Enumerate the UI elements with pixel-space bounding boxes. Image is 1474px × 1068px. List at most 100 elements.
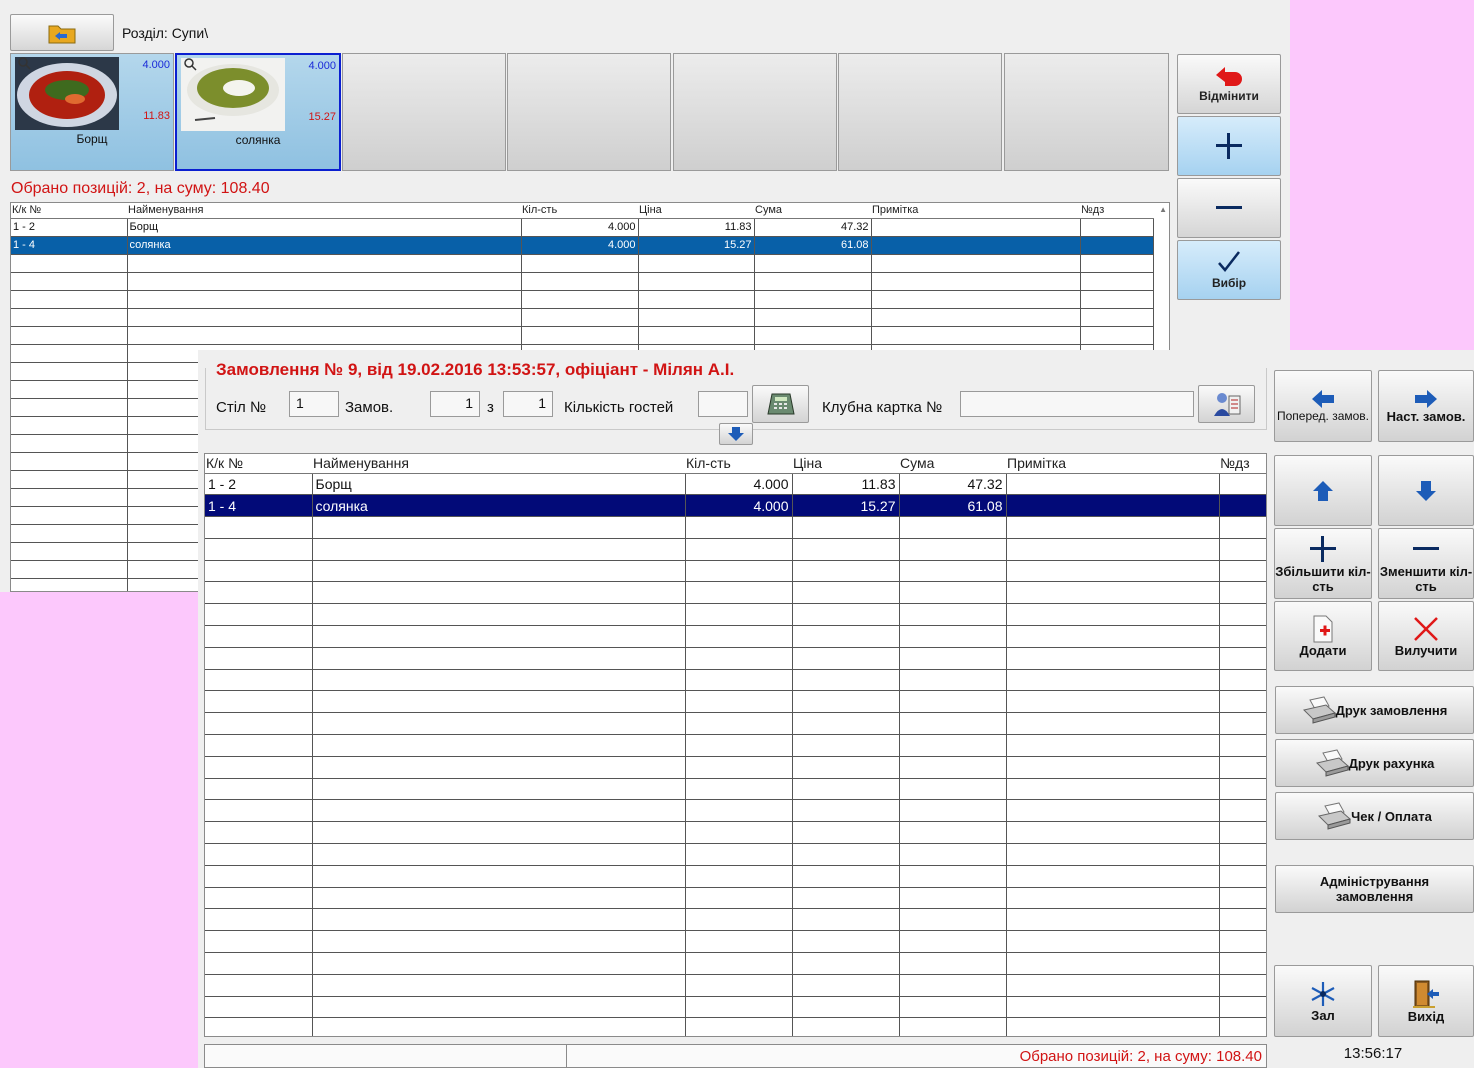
col-header[interactable]: К/к № <box>205 454 312 474</box>
empty-cell <box>685 952 793 975</box>
table-row-selected[interactable]: 1 - 4 солянка 4.000 15.27 61.08 <box>205 494 1266 518</box>
empty-row[interactable] <box>205 669 1266 692</box>
empty-row[interactable] <box>11 290 1154 309</box>
remove-button[interactable]: Вилучити <box>1378 601 1474 671</box>
next-order-button[interactable]: Наст. замов. <box>1378 370 1474 442</box>
col-header[interactable]: Примітка <box>871 203 1080 219</box>
empty-row[interactable] <box>11 272 1154 291</box>
empty-row[interactable] <box>205 930 1266 954</box>
dish-tile-solyanka[interactable]: 4.000 15.27 солянка <box>175 53 341 171</box>
empty-row[interactable] <box>205 690 1266 714</box>
empty-tile[interactable] <box>507 53 671 171</box>
empty-row[interactable] <box>11 308 1154 327</box>
empty-tile[interactable] <box>673 53 837 171</box>
admin-order-button[interactable]: Адміністрування замовлення <box>1275 865 1474 913</box>
cancel-button[interactable]: Відмінити <box>1177 54 1281 114</box>
increase-qty-button[interactable]: Збільшити кіл-сть <box>1274 528 1372 599</box>
empty-cell <box>1219 843 1266 866</box>
empty-row[interactable] <box>205 887 1266 910</box>
col-header[interactable]: Кіл-сть <box>685 454 792 474</box>
empty-cell <box>685 690 793 714</box>
dish-tile-borsch[interactable]: 4.000 11.83 Борщ <box>10 53 174 171</box>
col-header[interactable]: Найменування <box>127 203 521 219</box>
col-header[interactable]: Ціна <box>792 454 899 474</box>
empty-row[interactable] <box>205 756 1266 779</box>
arrow-up-icon <box>1313 480 1333 501</box>
empty-row[interactable] <box>205 538 1266 561</box>
add-document-icon <box>1313 615 1333 642</box>
order-number-field[interactable]: 1 <box>430 391 480 417</box>
col-header[interactable]: К/к № <box>11 203 127 219</box>
empty-row[interactable] <box>205 974 1266 997</box>
add-button[interactable]: Додати <box>1274 601 1372 671</box>
empty-row[interactable] <box>11 326 1154 345</box>
empty-cell <box>1006 974 1220 997</box>
col-header[interactable]: Найменування <box>312 454 685 474</box>
empty-row[interactable] <box>205 778 1266 801</box>
cell-code: 1 - 2 <box>11 218 128 237</box>
empty-cell <box>792 516 900 539</box>
empty-row[interactable] <box>205 625 1266 648</box>
empty-cell <box>899 778 1007 801</box>
exit-button[interactable]: Вихід <box>1378 965 1474 1037</box>
empty-row[interactable] <box>205 560 1266 583</box>
zoom-icon[interactable] <box>183 57 197 71</box>
table-row-selected[interactable]: 1 - 4 солянка 4.000 15.27 61.08 <box>11 236 1154 255</box>
cell-note <box>1006 494 1220 518</box>
empty-tile[interactable] <box>1004 53 1169 171</box>
empty-row[interactable] <box>205 821 1266 845</box>
empty-cell <box>205 516 313 539</box>
club-card-field[interactable] <box>960 391 1194 417</box>
client-button[interactable] <box>1198 385 1255 423</box>
print-order-button[interactable]: Друк замовлення <box>1275 686 1474 734</box>
scroll-up-icon[interactable]: ▲ <box>1159 205 1167 214</box>
decrease-qty-button[interactable]: Зменшити кіл-сть <box>1378 528 1474 599</box>
empty-tile[interactable] <box>342 53 506 171</box>
empty-row[interactable] <box>205 734 1266 757</box>
folder-up-button[interactable] <box>10 14 114 51</box>
empty-row[interactable] <box>205 952 1266 975</box>
col-header[interactable]: Сума <box>899 454 1006 474</box>
table-row[interactable]: 1 - 2 Борщ 4.000 11.83 47.32 <box>205 473 1266 496</box>
col-header[interactable]: Сума <box>754 203 871 219</box>
empty-row[interactable] <box>11 254 1154 273</box>
empty-row[interactable] <box>205 712 1266 736</box>
table-row[interactable]: 1 - 2 Борщ 4.000 11.83 47.32 <box>11 218 1154 237</box>
empty-row[interactable] <box>205 908 1266 932</box>
table-number-field[interactable]: 1 <box>289 391 339 417</box>
empty-cell <box>899 974 1007 997</box>
empty-row[interactable] <box>205 603 1266 627</box>
empty-row[interactable] <box>205 799 1266 823</box>
empty-row[interactable] <box>205 516 1266 539</box>
zoom-icon[interactable] <box>17 56 31 70</box>
prev-order-button[interactable]: Поперед. замов. <box>1274 370 1372 442</box>
hall-button[interactable]: Зал <box>1274 965 1372 1037</box>
expand-down-button[interactable] <box>719 423 753 445</box>
empty-row[interactable] <box>205 581 1266 605</box>
col-header[interactable]: Ціна <box>638 203 754 219</box>
plus-button[interactable] <box>1177 116 1281 176</box>
guests-field[interactable] <box>698 391 748 417</box>
empty-cell <box>899 581 1007 605</box>
empty-row[interactable] <box>205 647 1266 670</box>
col-header[interactable]: №дз <box>1219 454 1266 474</box>
empty-row[interactable] <box>205 1017 1266 1036</box>
print-bill-button[interactable]: Друк рахунка <box>1275 739 1474 787</box>
order-items-grid[interactable]: К/к № Найменування Кіл-сть Ціна Сума При… <box>204 453 1267 1037</box>
order-total-field[interactable]: 1 <box>503 391 553 417</box>
receipt-payment-button[interactable]: Чек / Оплата <box>1275 792 1474 840</box>
empty-row[interactable] <box>205 996 1266 1019</box>
col-header[interactable]: №дз <box>1080 203 1153 219</box>
col-header[interactable]: Кіл-сть <box>521 203 638 219</box>
clock: 13:56:17 <box>1343 1045 1403 1062</box>
calculator-button[interactable] <box>752 385 809 423</box>
empty-tile[interactable] <box>838 53 1002 171</box>
move-up-button[interactable] <box>1274 455 1372 526</box>
choose-button[interactable]: Вибір <box>1177 240 1281 300</box>
cell-name: солянка <box>127 236 522 255</box>
minus-button[interactable] <box>1177 178 1281 238</box>
empty-row[interactable] <box>205 843 1266 866</box>
empty-row[interactable] <box>205 865 1266 888</box>
move-down-button[interactable] <box>1378 455 1474 526</box>
col-header[interactable]: Примітка <box>1006 454 1219 474</box>
